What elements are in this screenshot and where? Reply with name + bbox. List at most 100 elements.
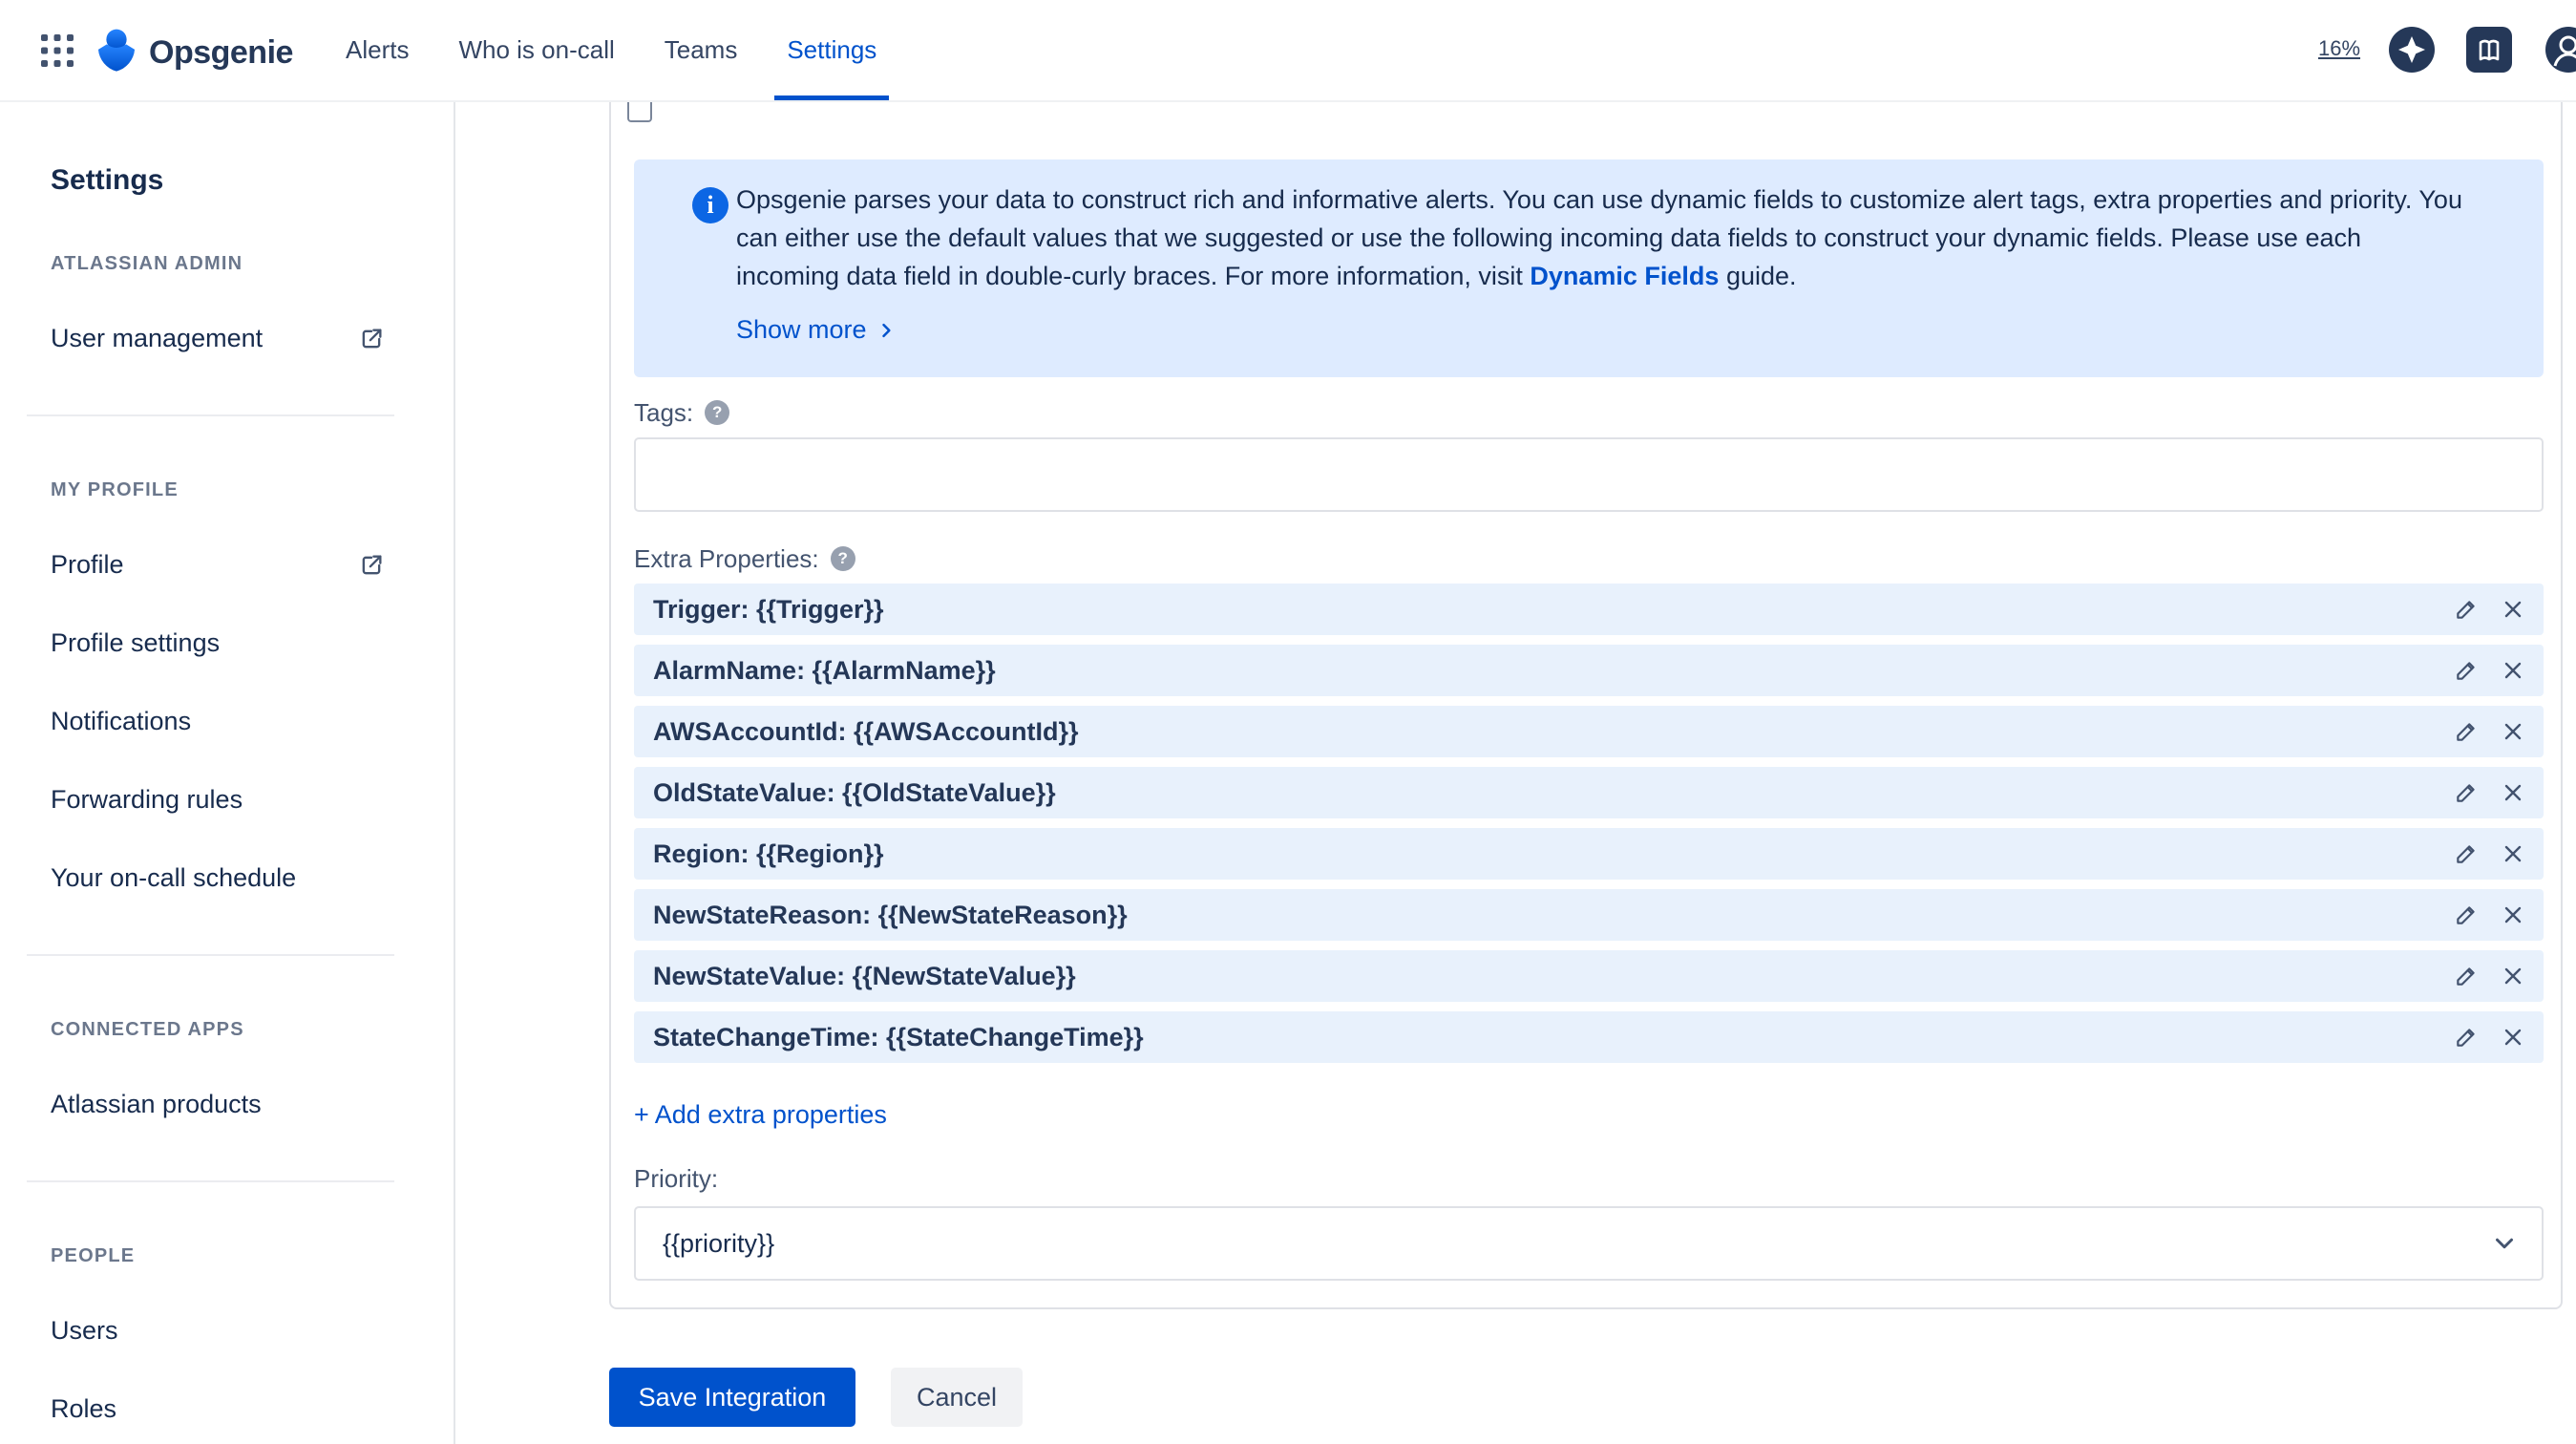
extra-properties-list: Trigger: {{Trigger}} AlarmName: {{AlarmNa… <box>634 584 2544 1072</box>
remove-property-button[interactable] <box>2502 781 2524 804</box>
extra-property-actions <box>2454 719 2524 744</box>
remove-property-button[interactable] <box>2502 1026 2524 1049</box>
external-link-icon <box>358 325 385 363</box>
edit-property-button[interactable] <box>2454 964 2479 988</box>
nav-settings[interactable]: Settings <box>774 0 890 100</box>
opsgenie-logo[interactable]: Opsgenie <box>95 28 293 78</box>
sidebar-item-user-management[interactable]: User management <box>51 319 396 357</box>
extra-property-row: NewStateReason: {{NewStateReason}} <box>634 889 2544 941</box>
sidebar-item-label: Your on-call schedule <box>51 863 297 892</box>
add-extra-properties-link[interactable]: + Add extra properties <box>634 1095 887 1134</box>
extra-property-row: Trigger: {{Trigger}} <box>634 584 2544 635</box>
extra-property-text: NewStateValue: {{NewStateValue}} <box>653 961 1076 990</box>
sidebar-section-label-connected-apps: CONNECTED APPS <box>51 1019 244 1040</box>
extra-property-actions <box>2454 780 2524 805</box>
remove-property-button[interactable] <box>2502 842 2524 865</box>
info-banner: i Opsgenie parses your data to construct… <box>634 159 2544 377</box>
extra-property-row: Region: {{Region}} <box>634 828 2544 880</box>
nav-teams[interactable]: Teams <box>663 0 740 100</box>
remove-property-button[interactable] <box>2502 598 2524 621</box>
sidebar-item-label: Notifications <box>51 707 192 735</box>
info-icon: i <box>692 187 728 223</box>
priority-select[interactable]: {{priority}} <box>634 1206 2544 1281</box>
primary-nav: Alerts Who is on-call Teams Settings <box>344 0 890 100</box>
nav-alerts[interactable]: Alerts <box>344 0 411 100</box>
edit-property-button[interactable] <box>2454 841 2479 866</box>
tags-input[interactable] <box>634 437 2544 512</box>
sidebar-divider <box>27 414 394 416</box>
extra-property-text: OldStateValue: {{OldStateValue}} <box>653 777 1056 807</box>
remove-property-button[interactable] <box>2502 659 2524 682</box>
sidebar-item-forwarding-rules[interactable]: Forwarding rules <box>51 780 396 818</box>
edit-property-button[interactable] <box>2454 902 2479 927</box>
extra-property-actions <box>2454 658 2524 683</box>
discover-compass-icon[interactable] <box>2389 27 2435 73</box>
remove-property-button[interactable] <box>2502 720 2524 743</box>
cancel-button[interactable]: Cancel <box>891 1368 1023 1427</box>
sidebar-item-profile[interactable]: Profile <box>51 545 396 584</box>
app-switcher-icon[interactable] <box>40 33 74 68</box>
priority-value: {{priority}} <box>663 1228 775 1258</box>
extra-property-text: AWSAccountId: {{AWSAccountId}} <box>653 716 1079 746</box>
extra-property-text: NewStateReason: {{NewStateReason}} <box>653 900 1128 929</box>
edit-property-button[interactable] <box>2454 658 2479 683</box>
extra-property-row: NewStateValue: {{NewStateValue}} <box>634 950 2544 1002</box>
sidebar-sections: ATLASSIAN ADMIN User management MY PROFILE… <box>27 251 454 1428</box>
show-more-link[interactable]: Show more <box>736 315 896 345</box>
sidebar-title: Settings <box>51 164 164 196</box>
extra-property-text: StateChangeTime: {{StateChangeTime}} <box>653 1022 1144 1051</box>
extra-properties-help-icon[interactable]: ? <box>830 546 855 571</box>
sidebar-item-label: Profile <box>51 550 124 579</box>
sidebar-item-atlassian-products[interactable]: Atlassian products <box>51 1085 396 1123</box>
sidebar-divider <box>27 1180 394 1182</box>
sidebar-divider <box>27 954 394 956</box>
extra-property-text: Trigger: {{Trigger}} <box>653 594 884 624</box>
sidebar-item-label: User management <box>51 324 264 352</box>
extra-property-row: StateChangeTime: {{StateChangeTime}} <box>634 1011 2544 1063</box>
grid-icon <box>41 34 74 67</box>
integration-settings-panel: i Opsgenie parses your data to construct… <box>609 89 2563 1309</box>
remove-property-button[interactable] <box>2502 965 2524 987</box>
sidebar-item-label: Users <box>51 1316 118 1345</box>
product-name: Opsgenie <box>149 34 293 71</box>
nav-who-is-on-call[interactable]: Who is on-call <box>456 0 616 100</box>
extra-property-text: Region: {{Region}} <box>653 839 884 868</box>
chevron-right-icon <box>881 323 891 337</box>
sidebar-item-label: Roles <box>51 1394 117 1423</box>
extra-property-text: AlarmName: {{AlarmName}} <box>653 655 996 685</box>
chevron-down-icon <box>2490 1229 2519 1258</box>
external-link-icon <box>358 551 385 589</box>
top-navigation-bar: Opsgenie Alerts Who is on-call Teams Settin… <box>0 0 2576 102</box>
remove-property-button[interactable] <box>2502 903 2524 926</box>
info-text-after: guide. <box>1719 262 1797 290</box>
extra-property-row: OldStateValue: {{OldStateValue}} <box>634 767 2544 818</box>
tags-label-row: Tags: ? <box>634 397 730 427</box>
settings-sidebar: Settings ATLASSIAN ADMIN User management M… <box>0 102 455 1444</box>
tags-label: Tags: <box>634 397 694 427</box>
extra-property-actions <box>2454 597 2524 622</box>
user-avatar[interactable] <box>2545 27 2576 73</box>
sidebar-item-notifications[interactable]: Notifications <box>51 702 396 740</box>
dynamic-fields-link[interactable]: Dynamic Fields <box>1530 262 1719 290</box>
notebook-icon[interactable] <box>2466 27 2512 73</box>
zoom-level-link[interactable]: 16% <box>2318 36 2360 61</box>
edit-property-button[interactable] <box>2454 719 2479 744</box>
sidebar-item-roles[interactable]: Roles <box>51 1390 396 1428</box>
sidebar-item-profile-settings[interactable]: Profile settings <box>51 624 396 662</box>
sidebar-item-users[interactable]: Users <box>51 1311 396 1349</box>
sidebar-section-label-atlassian-admin: ATLASSIAN ADMIN <box>51 253 243 274</box>
tags-help-icon[interactable]: ? <box>705 400 730 425</box>
extra-property-row: AWSAccountId: {{AWSAccountId}} <box>634 706 2544 757</box>
sidebar-item-your-on-call-schedule[interactable]: Your on-call schedule <box>51 859 396 897</box>
edit-property-button[interactable] <box>2454 1025 2479 1050</box>
sidebar-item-label: Forwarding rules <box>51 785 243 814</box>
extra-properties-label: Extra Properties: <box>634 543 819 573</box>
info-banner-text: Opsgenie parses your data to construct r… <box>736 180 2464 295</box>
extra-property-actions <box>2454 841 2524 866</box>
edit-property-button[interactable] <box>2454 597 2479 622</box>
extra-property-actions <box>2454 902 2524 927</box>
edit-property-button[interactable] <box>2454 780 2479 805</box>
save-integration-button[interactable]: Save Integration <box>609 1368 855 1427</box>
show-more-label: Show more <box>736 315 867 344</box>
extra-property-actions <box>2454 964 2524 988</box>
